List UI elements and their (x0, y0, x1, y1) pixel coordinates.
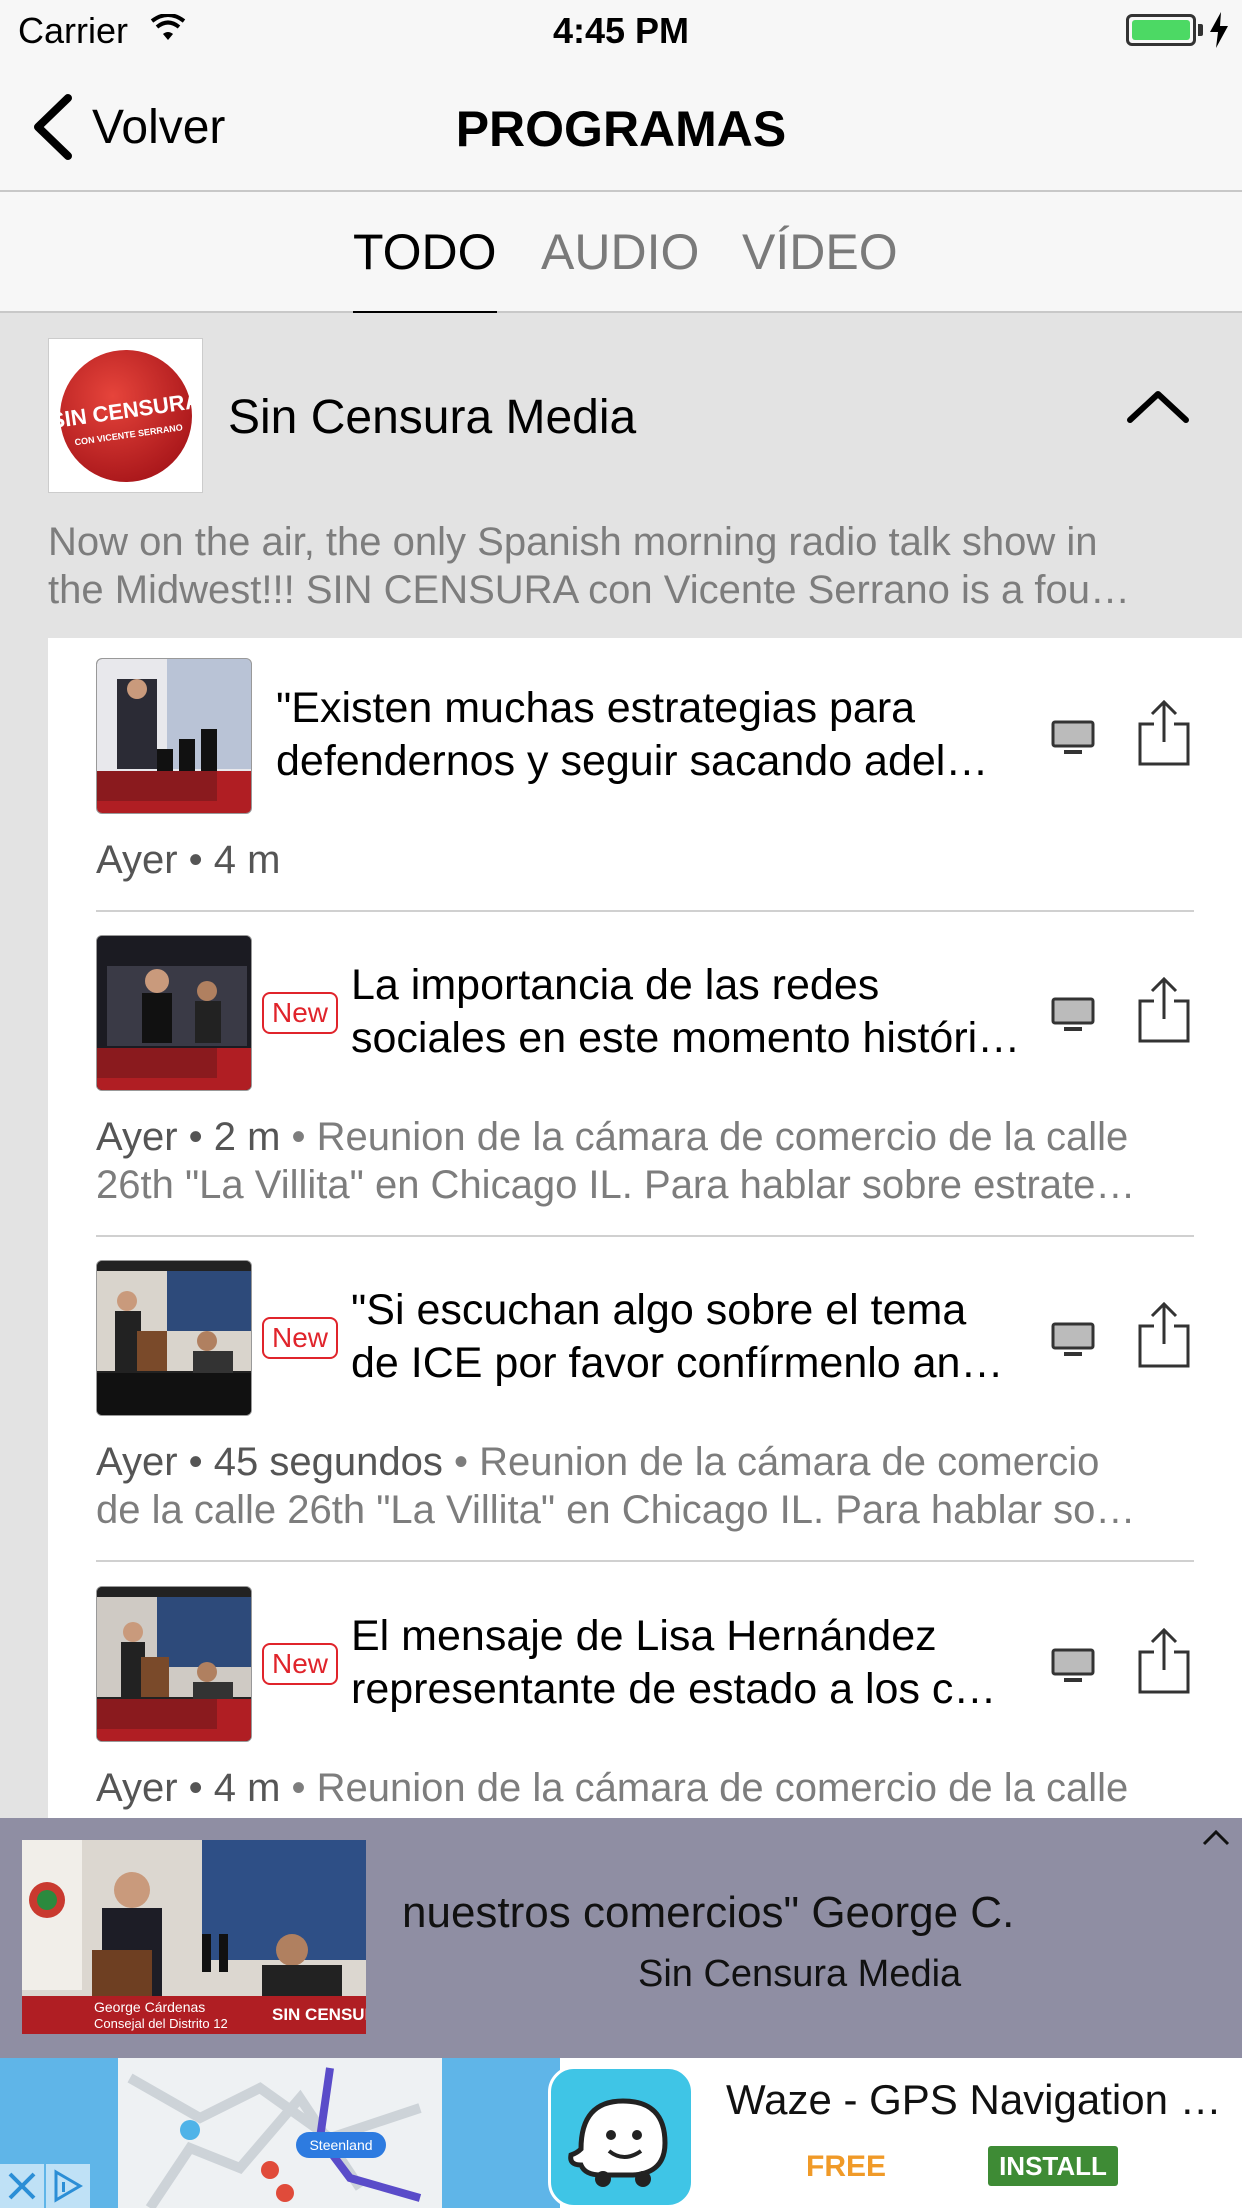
close-icon[interactable] (0, 2164, 44, 2208)
episode-title: La importancia de las redes sociales en … (351, 959, 1031, 1065)
show-logo-image: SIN CENSURA CON VICENTE SERRANO (56, 349, 196, 482)
show-logo: SIN CENSURA CON VICENTE SERRANO (48, 338, 203, 493)
thumb-caption-role: Consejal del Distrito 12 (94, 2016, 228, 2031)
episode-title-line: "Si escuchan algo sobre el tema (351, 1286, 967, 1334)
episode-title: El mensaje de Lisa Hernández representan… (351, 1610, 1031, 1716)
navigation-bar: Volver PROGRAMAS (0, 60, 1242, 192)
episode-title-line: "Existen muchas estrategias para (276, 684, 916, 732)
episode-description: • Reunion de la cámara de comercio de la… (280, 1766, 1129, 1810)
content-scroll-area[interactable]: SIN CENSURA CON VICENTE SERRANO Sin Cens… (0, 313, 1242, 1818)
show-description-line: Now on the air, the only Spanish morning… (48, 520, 1098, 564)
show-header[interactable]: SIN CENSURA CON VICENTE SERRANO Sin Cens… (48, 338, 1198, 493)
back-label: Volver (92, 100, 226, 154)
episode-date-duration: Ayer • 4 m (96, 1766, 281, 1810)
episode-item[interactable]: New La importancia de las redes sociales… (96, 935, 1194, 1215)
episode-date-duration: Ayer • 4 m (96, 838, 281, 882)
share-icon[interactable] (1134, 975, 1194, 1045)
divider (96, 1235, 1194, 1237)
new-badge: New (262, 1317, 338, 1359)
airplay-icon[interactable] (1050, 1320, 1096, 1360)
share-icon[interactable] (1134, 698, 1194, 768)
battery-icon (1126, 14, 1196, 46)
episode-title-line: de ICE por favor confírmenlo an… (351, 1339, 1004, 1387)
charging-icon (1210, 12, 1228, 48)
episode-title-line: defendernos y seguir sacando adel… (276, 737, 989, 785)
now-playing-title: nuestros comercios" George C. (402, 1888, 1015, 1937)
thumb-brand: SIN CENSURA (272, 2005, 366, 2024)
episode-item[interactable]: New El mensaje de Lisa Hernández represe… (96, 1586, 1194, 1818)
episode-thumbnail (96, 1260, 252, 1416)
episode-description: 26th "La Villita" en Chicago IL. Para ha… (96, 1163, 1136, 1207)
episode-title-line: El mensaje de Lisa Hernández (351, 1612, 937, 1660)
episode-thumbnail (96, 935, 252, 1091)
waze-app-icon[interactable] (548, 2066, 694, 2208)
now-playing-thumbnail[interactable]: George Cárdenas Consejal del Distrito 12… (22, 1840, 366, 2034)
chevron-up-icon[interactable] (1118, 378, 1198, 438)
thumb-caption-name: George Cárdenas (94, 1999, 205, 2015)
status-bar: Carrier 4:45 PM (0, 0, 1242, 60)
install-button[interactable]: INSTALL (988, 2146, 1118, 2186)
ad-title: Waze - GPS Navigation … (726, 2076, 1222, 2123)
show-description: Now on the air, the only Spanish morning… (48, 518, 1198, 614)
now-playing-bar[interactable]: George Cárdenas Consejal del Distrito 12… (0, 1818, 1242, 2058)
clock: 4:45 PM (552, 10, 690, 51)
episode-title-line: representante de estado a los c… (351, 1665, 997, 1713)
episode-title-line: La importancia de las redes (351, 961, 880, 1009)
tab-audio[interactable]: AUDIO (541, 223, 699, 313)
episode-description: de la calle 26th "La Villita" en Chicago… (96, 1488, 1136, 1532)
page-title: PROGRAMAS (455, 101, 787, 157)
episode-description: • Reunion de la cámara de comercio (442, 1440, 1100, 1484)
show-description-line: the Midwest!!! SIN CENSURA con Vicente S… (48, 568, 1130, 612)
episode-item[interactable]: New "Si escuchan algo sobre el tema de I… (96, 1260, 1194, 1540)
airplay-icon[interactable] (1050, 718, 1096, 758)
episode-title: "Existen muchas estrategias para defende… (276, 682, 1026, 788)
episode-meta: Ayer • 2 m • Reunion de la cámara de com… (96, 1113, 1194, 1209)
divider (96, 910, 1194, 912)
show-name: Sin Censura Media (228, 391, 637, 444)
episode-title-line: sociales en este momento históri… (351, 1014, 1021, 1062)
tab-todo[interactable]: TODO (353, 223, 497, 315)
episode-thumbnail (96, 658, 252, 814)
battery-tip (1198, 24, 1203, 36)
ad-banner[interactable]: Steenland Waze - GPS Navigation … FREE I… (0, 2058, 1242, 2208)
ad-price: FREE (806, 2150, 887, 2183)
map-label: Steenland (309, 2137, 372, 2153)
tab-video[interactable]: VÍDEO (742, 223, 898, 313)
episode-list: "Existen muchas estrategias para defende… (48, 638, 1242, 1818)
episode-title: "Si escuchan algo sobre el tema de ICE p… (351, 1284, 1031, 1390)
now-playing-show: Sin Censura Media (638, 1953, 962, 1995)
pause-icon[interactable] (200, 1932, 230, 1974)
segment-tabs: TODO AUDIO VÍDEO (0, 193, 1242, 315)
episode-description: • Reunion de la cámara de comercio de la… (280, 1115, 1129, 1159)
episode-meta: Ayer • 4 m (96, 836, 1194, 884)
chevron-left-icon (34, 94, 72, 160)
chevron-up-icon[interactable] (1198, 1826, 1234, 1850)
airplay-icon[interactable] (1050, 1646, 1096, 1686)
divider (96, 1560, 1194, 1562)
share-icon[interactable] (1134, 1300, 1194, 1370)
new-badge: New (262, 1643, 338, 1685)
share-icon[interactable] (1134, 1626, 1194, 1696)
episode-item[interactable]: "Existen muchas estrategias para defende… (96, 658, 1194, 888)
new-badge: New (262, 992, 338, 1034)
episode-meta: Ayer • 4 m • Reunion de la cámara de com… (96, 1764, 1194, 1812)
airplay-icon[interactable] (1050, 995, 1096, 1035)
back-button[interactable]: Volver (30, 92, 225, 162)
episode-meta: Ayer • 45 segundos • Reunion de la cámar… (96, 1438, 1194, 1534)
episode-date-duration: Ayer • 2 m (96, 1115, 281, 1159)
episode-thumbnail (96, 1586, 252, 1742)
ad-choices-icon[interactable] (46, 2164, 90, 2208)
episode-date-duration: Ayer • 45 segundos (96, 1440, 443, 1484)
